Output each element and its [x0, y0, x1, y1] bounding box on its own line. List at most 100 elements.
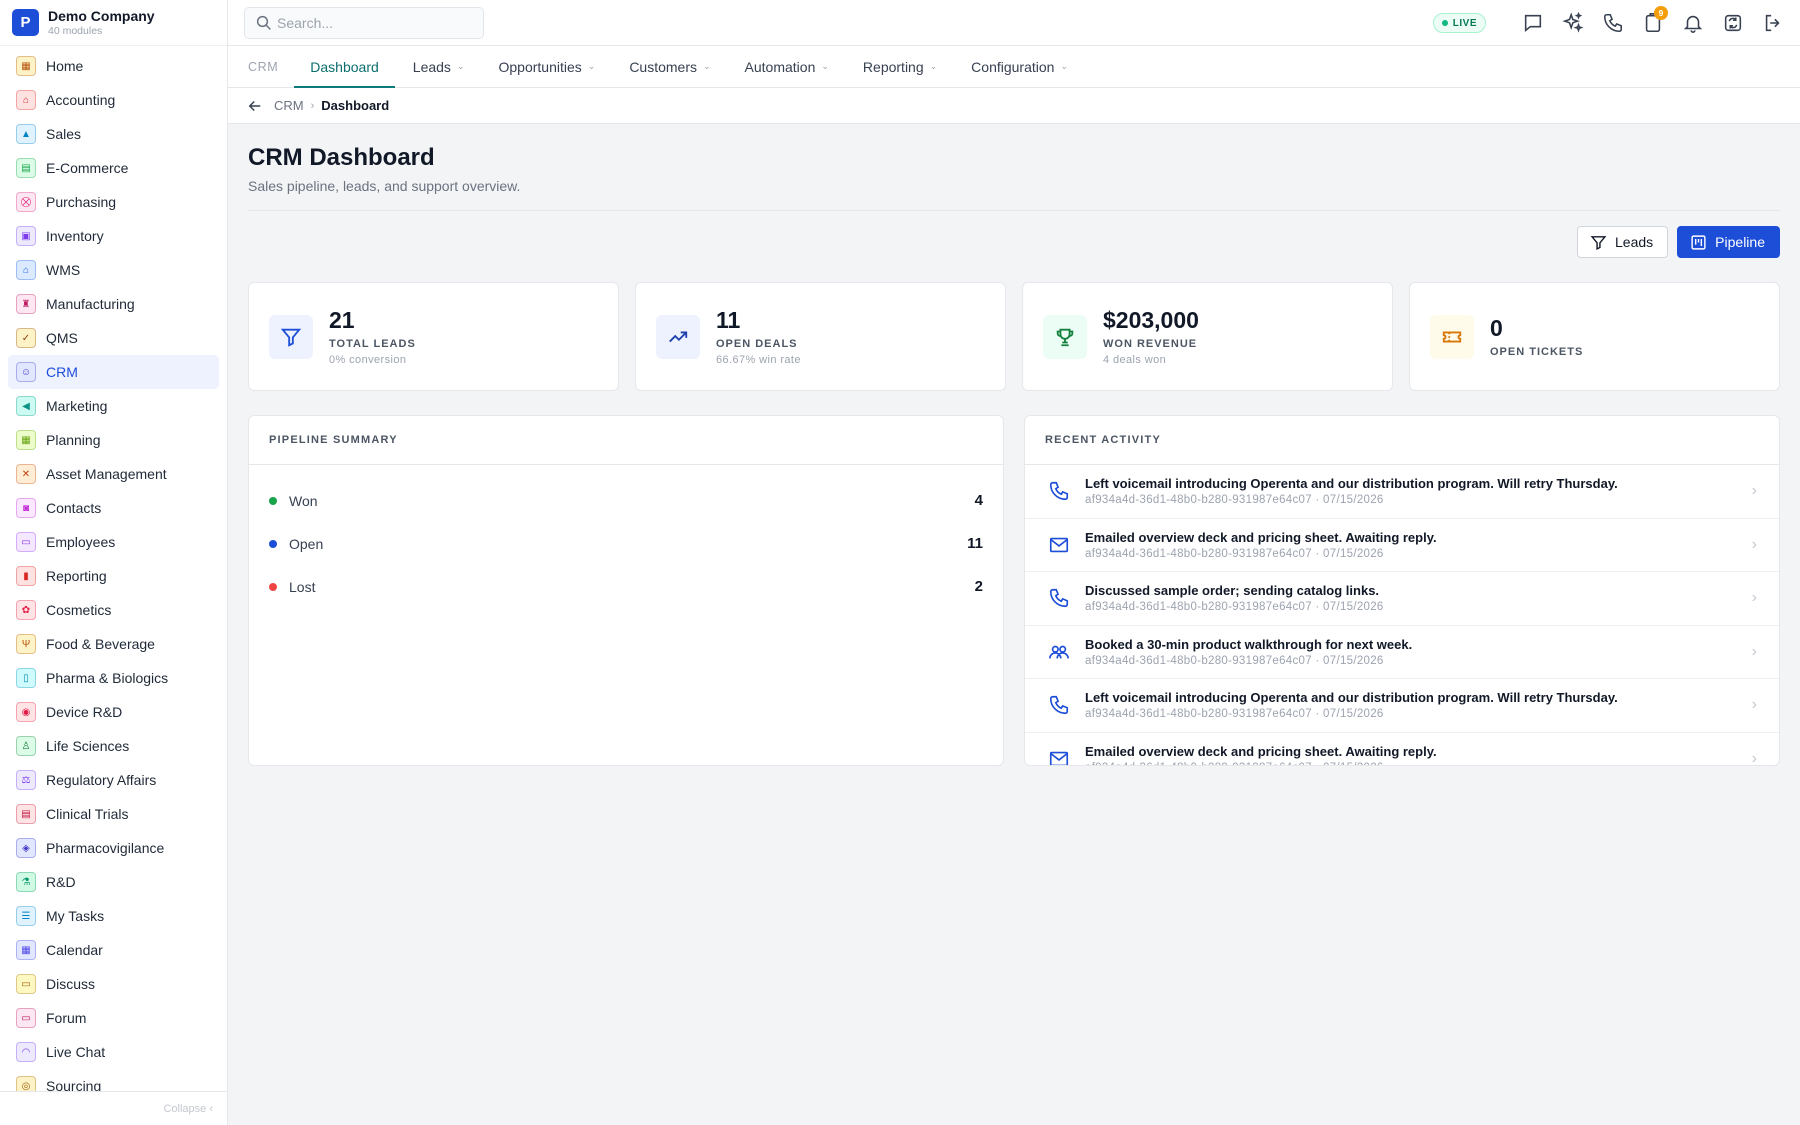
sidebar-item-label: Device R&D	[46, 704, 123, 720]
sidebar-item-label: Reporting	[46, 568, 107, 584]
pipeline-row-won: Won 4	[249, 479, 1003, 522]
sidebar-item-regulatory-affairs[interactable]: ⚖ Regulatory Affairs	[8, 763, 219, 797]
leads-button[interactable]: Leads	[1577, 226, 1669, 258]
sidebar-item-manufacturing[interactable]: ♜ Manufacturing	[8, 287, 219, 321]
sidebar-item-label: Planning	[46, 432, 101, 448]
activity-text: Emailed overview deck and pricing sheet.…	[1085, 529, 1437, 545]
search-icon	[256, 15, 271, 30]
chevron-right-icon: ›	[1751, 482, 1757, 500]
activity-text: Left voicemail introducing Operenta and …	[1085, 476, 1618, 492]
megaphone-icon: ◀	[16, 396, 36, 416]
sidebar-item-asset-management[interactable]: ✕ Asset Management	[8, 457, 219, 491]
kpi-value: 11	[716, 307, 741, 333]
sidebar-item-food-beverage[interactable]: Ψ Food & Beverage	[8, 627, 219, 661]
pipeline-row-lost: Lost 2	[249, 565, 1003, 608]
kpi-card-open-deals[interactable]: 11 OPEN DEALS 66.67% win rate	[635, 282, 1006, 391]
sidebar-item-accounting[interactable]: ⌂ Accounting	[8, 83, 219, 117]
sidebar-item-employees[interactable]: ▭ Employees	[8, 525, 219, 559]
sidebar-item-label: Clinical Trials	[46, 806, 129, 822]
calendar-icon: ▦	[16, 940, 36, 960]
sidebar-item-sales[interactable]: ▲ Sales	[8, 117, 219, 151]
kpi-card-open-tickets[interactable]: 0 OPEN TICKETS	[1409, 282, 1780, 391]
activity-item[interactable]: Discussed sample order; sending catalog …	[1025, 572, 1779, 626]
sidebar-item-contacts[interactable]: ◙ Contacts	[8, 491, 219, 525]
pipeline-button[interactable]: Pipeline	[1677, 226, 1780, 258]
activity-item[interactable]: Emailed overview deck and pricing sheet.…	[1025, 733, 1779, 765]
sidebar-item-marketing[interactable]: ◀ Marketing	[8, 389, 219, 423]
kpi-card-won-revenue[interactable]: $203,000 WON REVENUE 4 deals won	[1022, 282, 1393, 391]
recent-activity-panel: RECENT ACTIVITY Left voicemail introduci…	[1024, 415, 1780, 766]
sidebar-item-label: Live Chat	[46, 1044, 106, 1060]
tab-configuration[interactable]: Configuration ⌄	[971, 46, 1068, 87]
pill-bottle-icon: ▯	[16, 668, 36, 688]
sidebar-item-my-tasks[interactable]: ☰ My Tasks	[8, 899, 219, 933]
tab-opportunities[interactable]: Opportunities ⌄	[498, 46, 595, 87]
sidebar-item-forum[interactable]: ▭ Forum	[8, 1001, 219, 1035]
activity-item[interactable]: Left voicemail introducing Operenta and …	[1025, 465, 1779, 519]
sidebar-item-pharma-biologics[interactable]: ▯ Pharma & Biologics	[8, 661, 219, 695]
gavel-icon: ⚖	[16, 770, 36, 790]
sidebar-item-label: E-Commerce	[46, 160, 129, 176]
collapse-sidebar-button[interactable]: Collapse ‹	[0, 1091, 227, 1125]
microscope-icon: ♙	[16, 736, 36, 756]
kpi-card-total-leads[interactable]: 21 TOTAL LEADS 0% conversion	[248, 282, 619, 391]
search-input[interactable]: Search...	[244, 6, 484, 39]
sidebar-item-planning[interactable]: ▦ Planning	[8, 423, 219, 457]
tab-dashboard[interactable]: Dashboard	[294, 46, 395, 88]
sidebar-item-pharmacovigilance[interactable]: ◈ Pharmacovigilance	[8, 831, 219, 865]
kpi-label: TOTAL LEADS	[329, 338, 416, 350]
forum-icon: ▭	[16, 1008, 36, 1028]
sidebar-item-label: R&D	[46, 874, 76, 890]
sidebar-item-discuss[interactable]: ▭ Discuss	[8, 967, 219, 1001]
back-arrow-icon[interactable]	[246, 97, 264, 115]
activity-meta: af934a4d-36d1-48b0-b280-931987e64c07 · 0…	[1085, 654, 1384, 667]
sync-icon[interactable]	[1722, 12, 1744, 34]
sidebar-item-inventory[interactable]: ▣ Inventory	[8, 219, 219, 253]
bell-icon[interactable]	[1682, 12, 1704, 34]
sidebar-item-purchasing[interactable]: ⛒ Purchasing	[8, 185, 219, 219]
sidebar-item-life-sciences[interactable]: ♙ Life Sciences	[8, 729, 219, 763]
sidebar-item-wms[interactable]: ⌂ WMS	[8, 253, 219, 287]
tab-label: Customers	[629, 58, 697, 75]
tab-leads[interactable]: Leads ⌄	[413, 46, 465, 87]
tab-reporting[interactable]: Reporting ⌄	[863, 46, 937, 87]
chevron-right-icon: ›	[1751, 535, 1757, 553]
sidebar-item-live-chat[interactable]: ◠ Live Chat	[8, 1035, 219, 1069]
breadcrumb-parent[interactable]: CRM	[274, 98, 304, 113]
company-switcher[interactable]: P Demo Company 40 modules	[0, 0, 227, 46]
sidebar-item-sourcing[interactable]: ◎ Sourcing	[8, 1069, 219, 1091]
tab-automation[interactable]: Automation ⌄	[745, 46, 829, 87]
sourcing-icon: ◎	[16, 1076, 36, 1091]
phone-icon	[1047, 586, 1071, 610]
sparkles-icon[interactable]	[1562, 12, 1584, 34]
warehouse-icon: ⌂	[16, 260, 36, 280]
main-content: CRM Dashboard Sales pipeline, leads, and…	[248, 124, 1780, 766]
sidebar-item-r-d[interactable]: ⚗ R&D	[8, 865, 219, 899]
sidebar-item-home[interactable]: ▦ Home	[8, 49, 219, 83]
activity-item[interactable]: Booked a 30-min product walkthrough for …	[1025, 626, 1779, 679]
sidebar-item-qms[interactable]: ✓ QMS	[8, 321, 219, 355]
sidebar-item-reporting[interactable]: ▮ Reporting	[8, 559, 219, 593]
sidebar-item-cosmetics[interactable]: ✿ Cosmetics	[8, 593, 219, 627]
tab-label: Automation	[744, 58, 816, 75]
live-status-badge: LIVE	[1432, 13, 1486, 33]
chip-icon: ◉	[16, 702, 36, 722]
clipboard-badge-icon[interactable]: 9	[1642, 6, 1668, 34]
activity-item[interactable]: Emailed overview deck and pricing sheet.…	[1025, 519, 1779, 572]
sidebar-item-e-commerce[interactable]: ▤ E-Commerce	[8, 151, 219, 185]
sidebar-item-clinical-trials[interactable]: ▤ Clinical Trials	[8, 797, 219, 831]
sidebar-item-calendar[interactable]: ▦ Calendar	[8, 933, 219, 967]
sidebar-item-label: Contacts	[46, 500, 102, 516]
kpi-label: OPEN DEALS	[716, 338, 798, 350]
messages-icon[interactable]	[1522, 12, 1544, 34]
sidebar-item-device-r-d[interactable]: ◉ Device R&D	[8, 695, 219, 729]
sidebar-item-label: Life Sciences	[46, 738, 130, 754]
sidebar-item-label: Sourcing	[46, 1078, 102, 1091]
sidebar-item-crm[interactable]: ☺ CRM	[8, 355, 219, 389]
activity-item[interactable]: Left voicemail introducing Operenta and …	[1025, 679, 1779, 733]
tab-customers[interactable]: Customers ⌄	[629, 46, 710, 87]
phone-icon[interactable]	[1602, 12, 1624, 34]
leads-button-label: Leads	[1615, 234, 1654, 250]
logout-icon[interactable]	[1762, 12, 1784, 34]
filter-icon	[1590, 235, 1607, 250]
